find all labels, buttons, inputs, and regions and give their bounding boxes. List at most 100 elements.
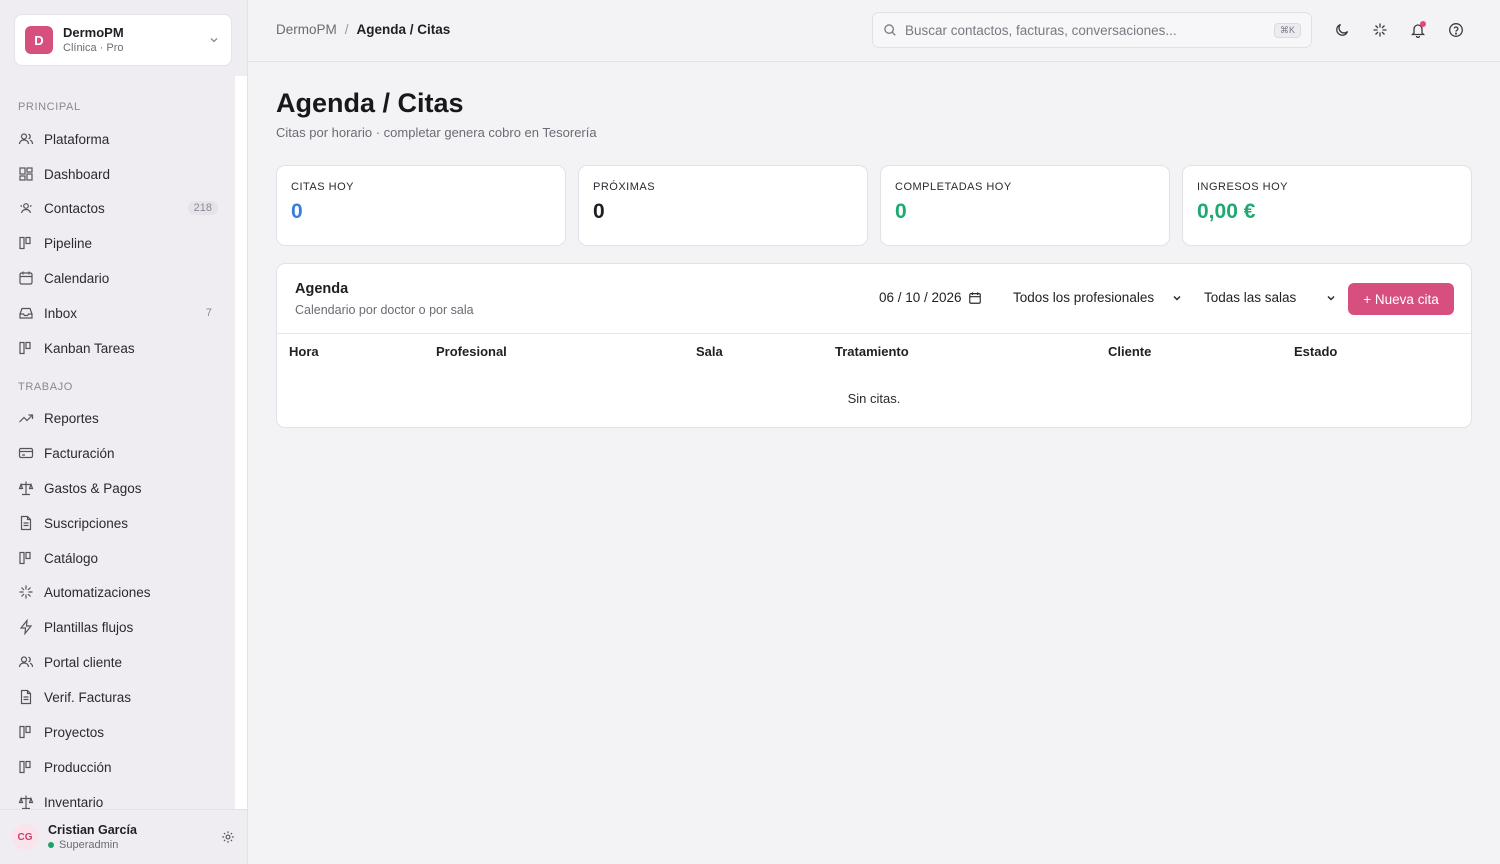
top-header: DermoPM / Agenda / Citas Buscar contacto… [248, 0, 1500, 62]
sidebar-item-label: Plantillas flujos [44, 619, 134, 635]
sidebar-item-label: Calendario [44, 270, 110, 286]
section-label-principal: PRINCIPAL [18, 101, 81, 113]
online-status-dot [48, 842, 54, 848]
sidebar-item-contactos[interactable]: Contactos 218 [12, 193, 222, 223]
sidebar-scrollbar[interactable] [235, 76, 247, 809]
user-menu[interactable]: CG Cristian García Superadmin [0, 809, 247, 864]
column-header-estado[interactable]: Estado [1294, 344, 1337, 359]
agenda-subtitle: Calendario por doctor o por sala [295, 303, 474, 317]
sidebar-item-plataforma[interactable]: Plataforma [12, 124, 222, 154]
chevron-down-icon [1325, 292, 1337, 304]
sidebar-item-label: Contactos [44, 200, 105, 216]
org-switcher[interactable]: D DermoPM Clínica · Pro [14, 14, 232, 66]
dashboard-icon [18, 166, 34, 182]
user-role: Superadmin [48, 838, 221, 852]
sidebar-item-proyectos[interactable]: Proyectos [12, 717, 222, 747]
search-input[interactable]: Buscar contactos, facturas, conversacion… [872, 12, 1312, 48]
sidebar-item-inventario[interactable]: Inventario [12, 787, 222, 809]
sidebar-item-label: Inbox [44, 305, 78, 321]
sidebar-item-pipeline[interactable]: Pipeline [12, 228, 222, 258]
sidebar-nav: PRINCIPAL Plataforma Dashboard Contactos… [0, 76, 235, 809]
page-title: Agenda / Citas [276, 88, 464, 118]
sidebar-item-label: Automatizaciones [44, 584, 151, 600]
trending-icon [18, 410, 34, 426]
users-icon [18, 131, 34, 147]
kanban-icon [18, 724, 34, 740]
section-label-trabajo: TRABAJO [18, 381, 73, 393]
breadcrumb-root[interactable]: DermoPM [276, 22, 337, 37]
room-select[interactable]: Todas las salas [1204, 290, 1337, 305]
sidebar-item-produccion[interactable]: Producción [12, 752, 222, 782]
card-icon [18, 445, 34, 461]
moon-icon[interactable] [1331, 19, 1353, 41]
sidebar-item-suscripciones[interactable]: Suscripciones [12, 508, 222, 538]
stat-card-citas-hoy: CITAS HOY 0 [276, 165, 566, 246]
kanban-icon [18, 340, 34, 356]
stat-value: 0 [291, 200, 303, 223]
sidebar-item-catalogo[interactable]: Catálogo [12, 543, 222, 573]
date-picker[interactable]: 06 / 10 / 2026 [879, 290, 982, 305]
column-header-cliente[interactable]: Cliente [1108, 344, 1151, 359]
column-header-profesional[interactable]: Profesional [436, 344, 507, 359]
search-shortcut: ⌘K [1273, 22, 1301, 38]
stat-label: CITAS HOY [291, 181, 354, 193]
stat-value: 0 [593, 200, 605, 223]
sidebar-item-facturacion[interactable]: Facturación [12, 438, 222, 468]
sidebar-item-plantillas-flujos[interactable]: Plantillas flujos [12, 612, 222, 642]
sidebar-item-reportes[interactable]: Reportes [12, 403, 222, 433]
sidebar-item-dashboard[interactable]: Dashboard [12, 159, 222, 189]
org-name: DermoPM [63, 25, 124, 40]
sidebar-item-label: Gastos & Pagos [44, 480, 142, 496]
search-icon [883, 23, 897, 37]
users-icon [18, 654, 34, 670]
professional-select-value: Todos los profesionales [1013, 290, 1155, 305]
pipeline-icon [18, 235, 34, 251]
professional-select[interactable]: Todos los profesionales [1013, 290, 1183, 305]
org-plan: Clínica · Pro [63, 42, 124, 54]
agenda-panel: Agenda Calendario por doctor o por sala … [276, 263, 1472, 428]
kanban-icon [18, 550, 34, 566]
sidebar-item-label: Producción [44, 759, 112, 775]
sparkle-icon [18, 584, 34, 600]
column-header-sala[interactable]: Sala [696, 344, 723, 359]
help-icon[interactable] [1445, 19, 1467, 41]
sidebar-item-label: Catálogo [44, 550, 99, 566]
bolt-icon [18, 619, 34, 635]
breadcrumb: DermoPM / Agenda / Citas [276, 22, 450, 37]
chevron-down-icon [207, 33, 221, 47]
settings-gear-icon[interactable] [221, 830, 235, 844]
stat-value: 0,00 € [1197, 200, 1256, 223]
column-header-hora[interactable]: Hora [289, 344, 319, 359]
sidebar-item-label: Dashboard [44, 166, 111, 182]
sidebar-item-label: Plataforma [44, 131, 110, 147]
stat-label: PRÓXIMAS [593, 181, 656, 193]
search-placeholder: Buscar contactos, facturas, conversacion… [905, 22, 1177, 38]
sidebar-item-label: Reportes [44, 410, 99, 426]
breadcrumb-current: Agenda / Citas [356, 22, 451, 37]
sidebar: D DermoPM Clínica · Pro PRINCIPAL Plataf… [0, 0, 248, 864]
chevron-down-icon [1171, 292, 1183, 304]
kanban-icon [18, 759, 34, 775]
sparkle-icon[interactable] [1369, 19, 1391, 41]
sidebar-item-automatizaciones[interactable]: Automatizaciones [12, 577, 222, 607]
calendar-icon[interactable] [968, 291, 982, 305]
sidebar-item-calendario[interactable]: Calendario [12, 263, 222, 293]
sidebar-item-portal-cliente[interactable]: Portal cliente [12, 647, 222, 677]
notification-dot [1420, 21, 1426, 27]
sidebar-item-label: Pipeline [44, 235, 93, 251]
column-header-tratamiento[interactable]: Tratamiento [835, 344, 909, 359]
sidebar-item-label: Inventario [44, 794, 104, 810]
avatar: CG [12, 824, 38, 850]
sidebar-item-inbox[interactable]: Inbox 7 [12, 298, 222, 328]
sidebar-item-gastos-pagos[interactable]: Gastos & Pagos [12, 473, 222, 503]
user-role-label: Superadmin [59, 839, 119, 851]
bell-icon[interactable] [1407, 19, 1429, 41]
contacts-icon [18, 200, 34, 216]
empty-state: Sin citas. [847, 391, 901, 406]
room-select-value: Todas las salas [1204, 290, 1297, 305]
count-badge: 7 [205, 307, 212, 319]
sidebar-item-kanban-tareas[interactable]: Kanban Tareas [12, 333, 222, 363]
sidebar-item-verif-facturas[interactable]: Verif. Facturas [12, 682, 222, 712]
new-appointment-button[interactable]: + Nueva cita [1348, 283, 1454, 315]
stat-card-ingresos-hoy: INGRESOS HOY 0,00 € [1182, 165, 1472, 246]
